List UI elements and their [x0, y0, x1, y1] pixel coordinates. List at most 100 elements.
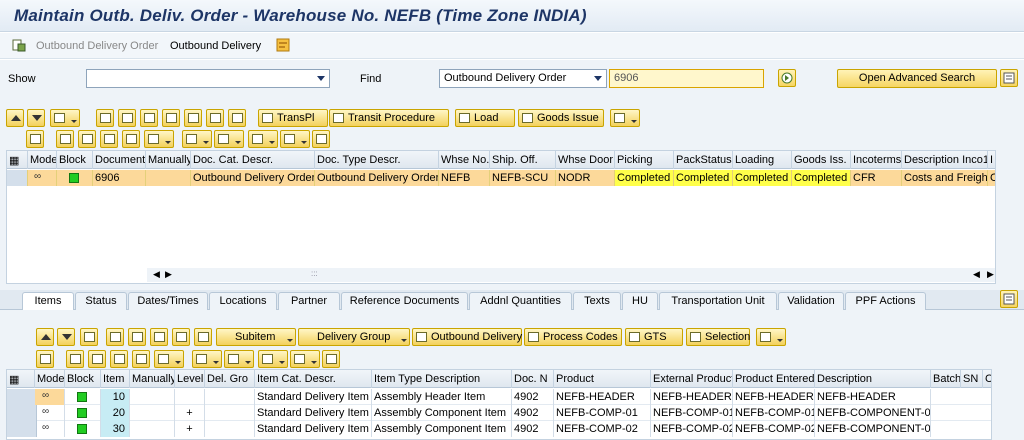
tab-dates-times[interactable]: Dates/Times	[128, 292, 208, 310]
find-next-button[interactable]	[100, 130, 118, 148]
item-export-button[interactable]	[258, 350, 288, 368]
delete-button[interactable]	[162, 109, 180, 127]
item-select-all-button[interactable]	[150, 328, 168, 346]
icol-item-type[interactable]: Item Type Description	[372, 370, 512, 388]
item-print-button[interactable]	[756, 328, 786, 346]
find-more-button[interactable]	[122, 130, 140, 148]
col-pack-status[interactable]: PackStatus	[674, 151, 733, 169]
icol-level[interactable]: Level	[175, 370, 205, 388]
icol-mode[interactable]: Mode	[35, 370, 65, 388]
layout-button[interactable]	[1000, 69, 1018, 87]
item-details-button[interactable]	[80, 328, 98, 346]
glasses-icon[interactable]	[276, 38, 290, 52]
subitem-button[interactable]: Subitem	[216, 328, 296, 346]
icol-sn[interactable]: SN	[961, 370, 983, 388]
item-sum-button[interactable]	[192, 350, 222, 368]
row-selector[interactable]	[7, 421, 37, 437]
col-whse-door[interactable]: Whse Door	[556, 151, 615, 169]
selection-button[interactable]: Selection	[686, 328, 750, 346]
scroll-left-icon[interactable]: ◀	[153, 269, 160, 280]
subtotal-button[interactable]	[214, 130, 244, 148]
item-layout-button[interactable]	[290, 350, 320, 368]
scroll-left-end-icon[interactable]: ◀	[973, 269, 980, 280]
outbound-delivery-button[interactable]: Outbound Delivery	[412, 328, 522, 346]
col-document[interactable]: Document	[93, 151, 146, 169]
item-hierarchy-button[interactable]	[194, 328, 212, 346]
col-desc-inco[interactable]: Description Inco1	[902, 151, 988, 169]
tab-validation[interactable]: Validation	[778, 292, 844, 310]
item-find-next-button[interactable]	[110, 350, 128, 368]
row-selector[interactable]	[7, 170, 28, 186]
icol-del-gro[interactable]: Del. Gro	[205, 370, 255, 388]
col-i[interactable]: I	[988, 151, 995, 169]
table-row[interactable]: ∞ 30 + Standard Delivery Item Assembly C…	[7, 421, 991, 437]
icol-manually[interactable]: Manually	[130, 370, 175, 388]
col-manually[interactable]: Manually	[146, 151, 191, 169]
horizontal-scrollbar[interactable]: ◀ ▶ ::: ◀ ▶	[147, 268, 995, 282]
process-codes-button[interactable]: Process Codes	[524, 328, 622, 346]
col-whse-no[interactable]: Whse No.	[439, 151, 490, 169]
col-doc-type[interactable]: Doc. Type Descr.	[315, 151, 439, 169]
icol-description[interactable]: Description	[815, 370, 931, 388]
info-button[interactable]	[312, 130, 330, 148]
item-cell[interactable]: 30	[101, 421, 130, 437]
item-scroll-down-button[interactable]	[57, 328, 75, 346]
item-deselect-button[interactable]	[172, 328, 190, 346]
table-row[interactable]: ∞ 10 Standard Delivery Item Assembly Hea…	[7, 389, 991, 405]
col-doc-cat[interactable]: Doc. Cat. Descr.	[191, 151, 315, 169]
select-all-icon[interactable]: ▦	[7, 151, 28, 169]
export-button[interactable]	[248, 130, 278, 148]
find-type-dropdown[interactable]: Outbound Delivery Order	[439, 69, 607, 88]
filter-button[interactable]	[144, 130, 174, 148]
icol-item-cat[interactable]: Item Cat. Descr.	[255, 370, 372, 388]
icol-item[interactable]: Item	[101, 370, 130, 388]
mode-cell[interactable]: ∞	[28, 170, 57, 186]
icol-product[interactable]: Product	[554, 370, 651, 388]
display-change-button[interactable]	[140, 109, 158, 127]
item-find-button[interactable]	[36, 350, 54, 368]
sort-asc-button[interactable]	[56, 130, 74, 148]
icol-doc-n[interactable]: Doc. N	[512, 370, 554, 388]
item-delete-button[interactable]	[128, 328, 146, 346]
open-advanced-search-button[interactable]: Open Advanced Search	[837, 69, 997, 88]
col-goods-iss[interactable]: Goods Iss.	[792, 151, 851, 169]
tab-transportation-unit[interactable]: Transportation Unit	[659, 292, 777, 310]
execute-search-button[interactable]	[778, 69, 796, 87]
tab-reference-documents[interactable]: Reference Documents	[341, 292, 468, 310]
scroll-up-button[interactable]	[6, 109, 24, 127]
mode-cell[interactable]: ∞	[35, 405, 65, 421]
outbound-delivery-order-link[interactable]: Outbound Delivery Order	[36, 40, 158, 52]
delivery-group-button[interactable]: Delivery Group	[298, 328, 410, 346]
gts-button[interactable]: GTS	[625, 328, 683, 346]
item-cell[interactable]: 10	[101, 389, 130, 405]
delivery-icon[interactable]	[12, 38, 26, 52]
outbound-delivery-link[interactable]: Outbound Delivery	[170, 40, 261, 52]
tab-items[interactable]: Items	[22, 292, 74, 310]
refresh-button[interactable]	[206, 109, 224, 127]
row-selector[interactable]	[7, 405, 37, 421]
item-find-more-button[interactable]	[132, 350, 150, 368]
icol-batch[interactable]: Batch	[931, 370, 961, 388]
col-mode[interactable]: Mode	[28, 151, 57, 169]
edit-button[interactable]	[118, 109, 136, 127]
col-picking[interactable]: Picking	[615, 151, 674, 169]
col-loading[interactable]: Loading	[733, 151, 792, 169]
scroll-right-icon[interactable]: ▶	[165, 269, 172, 280]
table-row[interactable]: ∞ 6906 Outbound Delivery Order Outbound …	[7, 170, 995, 186]
tab-hu[interactable]: HU	[622, 292, 658, 310]
new-button[interactable]	[96, 109, 114, 127]
save-button[interactable]	[228, 109, 246, 127]
item-select-all-icon[interactable]: ▦	[7, 370, 35, 388]
mode-cell[interactable]: ∞	[35, 389, 65, 405]
tab-layout-button[interactable]	[1000, 290, 1018, 308]
sum-button[interactable]	[182, 130, 212, 148]
transit-procedure-button[interactable]: Transit Procedure	[329, 109, 449, 127]
layout-select-button[interactable]	[280, 130, 310, 148]
tab-partner[interactable]: Partner	[278, 292, 340, 310]
find-button[interactable]	[26, 130, 44, 148]
transpl-button[interactable]: TransPl	[258, 109, 328, 127]
tab-locations[interactable]: Locations	[209, 292, 277, 310]
goods-issue-button[interactable]: Goods Issue	[518, 109, 604, 127]
item-filter-button[interactable]	[154, 350, 184, 368]
col-block[interactable]: Block	[57, 151, 93, 169]
